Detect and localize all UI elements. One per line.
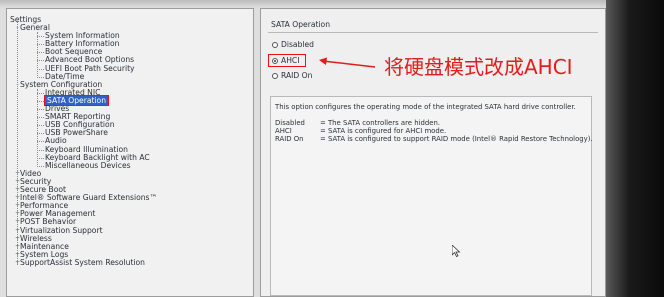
tree-connector [37, 165, 44, 167]
tree-connector [37, 36, 44, 38]
screen-bezel-edge [606, 0, 664, 297]
tree-connector [37, 125, 44, 127]
help-term: RAID On [275, 135, 304, 143]
tree-connector [37, 52, 44, 54]
radio-raid-on-label: RAID On [281, 71, 313, 80]
tree-connector [37, 88, 38, 167]
tree-item[interactable]: Miscellaneous Devices [45, 160, 131, 170]
radio-circle-icon [272, 72, 278, 79]
tree-connector [37, 100, 44, 102]
tree-item[interactable]: SupportAssist System Resolution [20, 257, 145, 267]
group-title: SATA Operation [271, 20, 331, 29]
help-desc: = SATA is configured to support RAID mod… [320, 135, 593, 143]
radio-raid-on[interactable]: RAID On [272, 71, 312, 80]
help-desc: = SATA is configured for AHCI mode. [320, 127, 447, 135]
screen-top-shade [0, 0, 664, 8]
tree-connector [37, 157, 44, 159]
radio-disabled[interactable]: Disabled [272, 40, 314, 49]
tree-connector [37, 149, 44, 151]
help-box: This option configures the operating mod… [270, 96, 593, 296]
help-definition-row: RAID On = SATA is configured to support … [275, 135, 593, 143]
settings-tree: Settings - General System Information Batte… [6, 8, 254, 297]
help-desc: = The SATA controllers are hidden. [320, 119, 441, 127]
tree-connector [37, 141, 44, 143]
radio-disabled-label: Disabled [281, 40, 314, 49]
ahci-highlight-box [268, 54, 306, 67]
tree-connector [37, 68, 44, 70]
tree-connector [37, 92, 44, 94]
tree-item-label: SupportAssist System Resolution [20, 257, 145, 267]
tree-connector [37, 32, 38, 78]
tree-connector [37, 44, 44, 46]
tree-connector [37, 109, 44, 110]
radio-circle-icon [272, 41, 278, 48]
annotation-arrow-icon [319, 57, 376, 68]
tree-item-label: Miscellaneous Devices [45, 160, 131, 170]
help-definition-row: AHCI = SATA is configured for AHCI mode. [275, 127, 593, 135]
tree-connector [37, 76, 44, 78]
tree-connector [17, 22, 18, 265]
help-term: Disabled [275, 119, 305, 127]
help-term: AHCI [275, 127, 292, 135]
tree-connector [37, 60, 44, 62]
tree-connector [37, 133, 44, 135]
tree-connector [37, 117, 44, 119]
annotation-text: 将硬盘模式改成AHCI [384, 55, 573, 79]
help-intro: This option configures the operating mod… [275, 103, 576, 111]
group-divider [268, 32, 598, 33]
help-definition-row: Disabled = The SATA controllers are hidd… [275, 119, 593, 127]
mouse-cursor-icon [452, 245, 461, 257]
help-definitions: Disabled = The SATA controllers are hidd… [275, 119, 593, 143]
